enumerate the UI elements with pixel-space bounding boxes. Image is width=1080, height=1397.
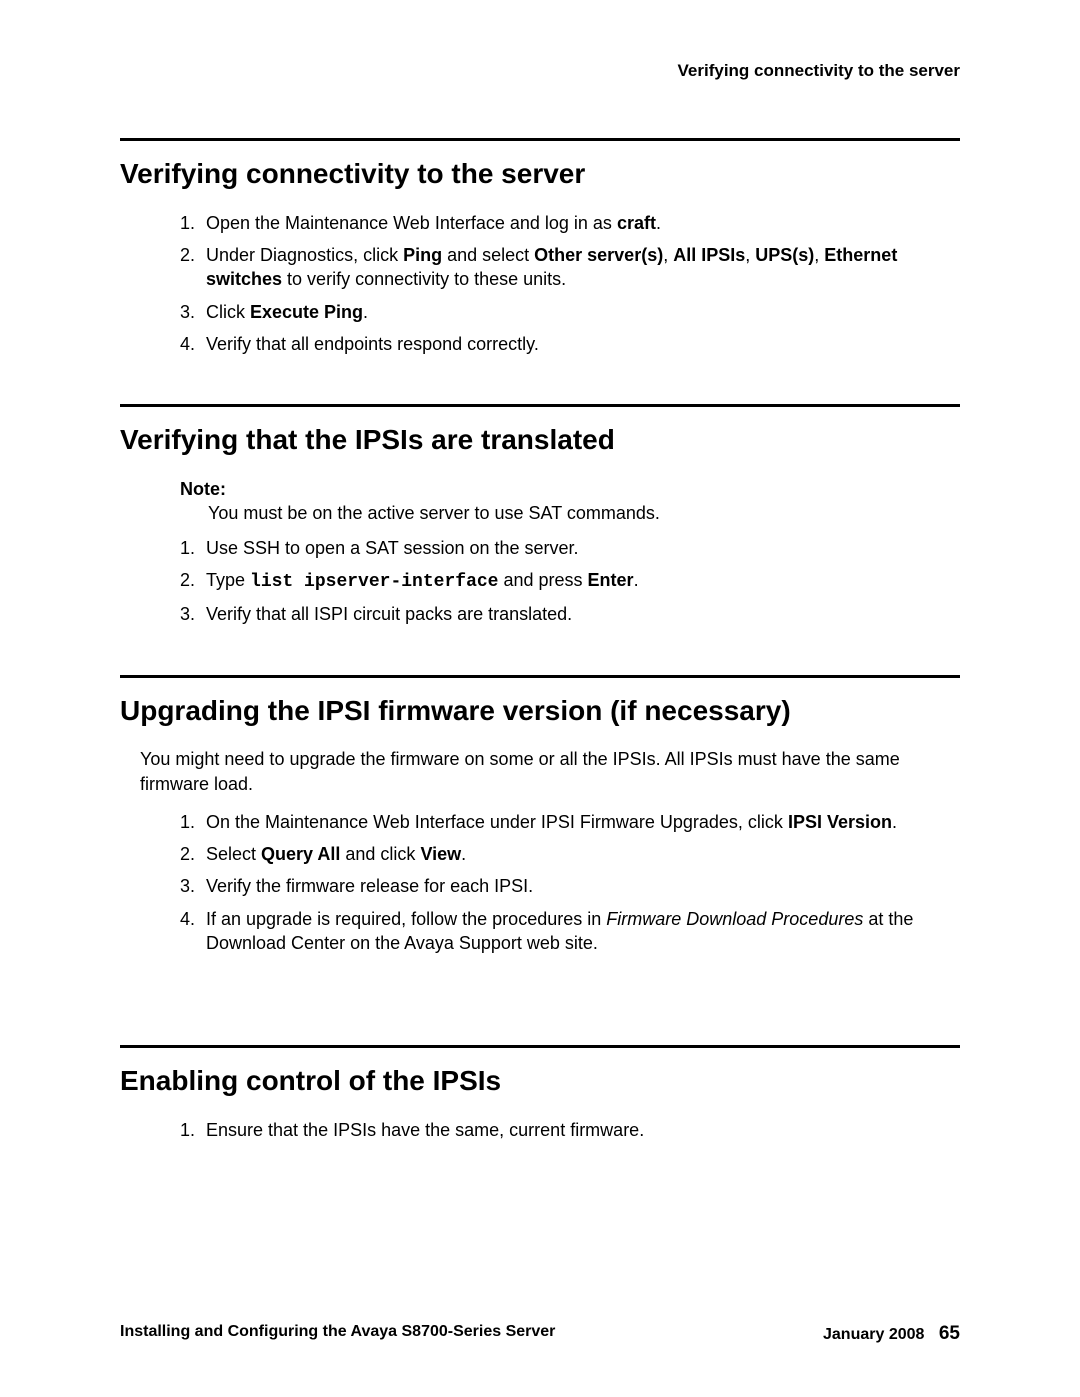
list-item: Verify that all endpoints respond correc… (200, 332, 960, 356)
list-item: On the Maintenance Web Interface under I… (200, 810, 960, 834)
list-item: Use SSH to open a SAT session on the ser… (200, 536, 960, 560)
list-item: Open the Maintenance Web Interface and l… (200, 211, 960, 235)
page-footer: Installing and Configuring the Avaya S87… (120, 1321, 960, 1347)
steps-verifying-connectivity: Open the Maintenance Web Interface and l… (120, 211, 960, 356)
list-item: Click Execute Ping. (200, 300, 960, 324)
section-rule (120, 138, 960, 141)
list-item: Type list ipserver-interface and press E… (200, 568, 960, 594)
heading-verifying-connectivity: Verifying connectivity to the server (120, 155, 960, 193)
heading-upgrading-ipsi-firmware: Upgrading the IPSI firmware version (if … (120, 692, 960, 730)
note: Note: You must be on the active server t… (180, 477, 960, 526)
section-rule (120, 1045, 960, 1048)
section-rule (120, 404, 960, 407)
steps-enabling-control-ipsis: Ensure that the IPSIs have the same, cur… (120, 1118, 960, 1142)
footer-title: Installing and Configuring the Avaya S87… (120, 1321, 555, 1347)
list-item: Ensure that the IPSIs have the same, cur… (200, 1118, 960, 1142)
list-item: Select Query All and click View. (200, 842, 960, 866)
intro-paragraph: You might need to upgrade the firmware o… (140, 747, 940, 796)
list-item: Verify that all ISPI circuit packs are t… (200, 602, 960, 626)
footer-right: January 2008 65 (823, 1321, 960, 1347)
list-item: If an upgrade is required, follow the pr… (200, 907, 960, 956)
list-item: Verify the firmware release for each IPS… (200, 874, 960, 898)
heading-verifying-ipsis-translated: Verifying that the IPSIs are translated (120, 421, 960, 459)
note-body: You must be on the active server to use … (208, 501, 960, 525)
steps-upgrading-ipsi-firmware: On the Maintenance Web Interface under I… (120, 810, 960, 955)
section-rule (120, 675, 960, 678)
running-header: Verifying connectivity to the server (120, 60, 960, 83)
heading-enabling-control-ipsis: Enabling control of the IPSIs (120, 1062, 960, 1100)
page: Verifying connectivity to the server Ver… (0, 0, 1080, 1397)
note-label: Note: (180, 477, 960, 501)
footer-date: January 2008 (823, 1326, 924, 1343)
page-number: 65 (939, 1323, 960, 1344)
steps-verifying-ipsis-translated: Use SSH to open a SAT session on the ser… (120, 536, 960, 627)
list-item: Under Diagnostics, click Ping and select… (200, 243, 960, 292)
command-text: list ipserver-interface (250, 572, 498, 592)
